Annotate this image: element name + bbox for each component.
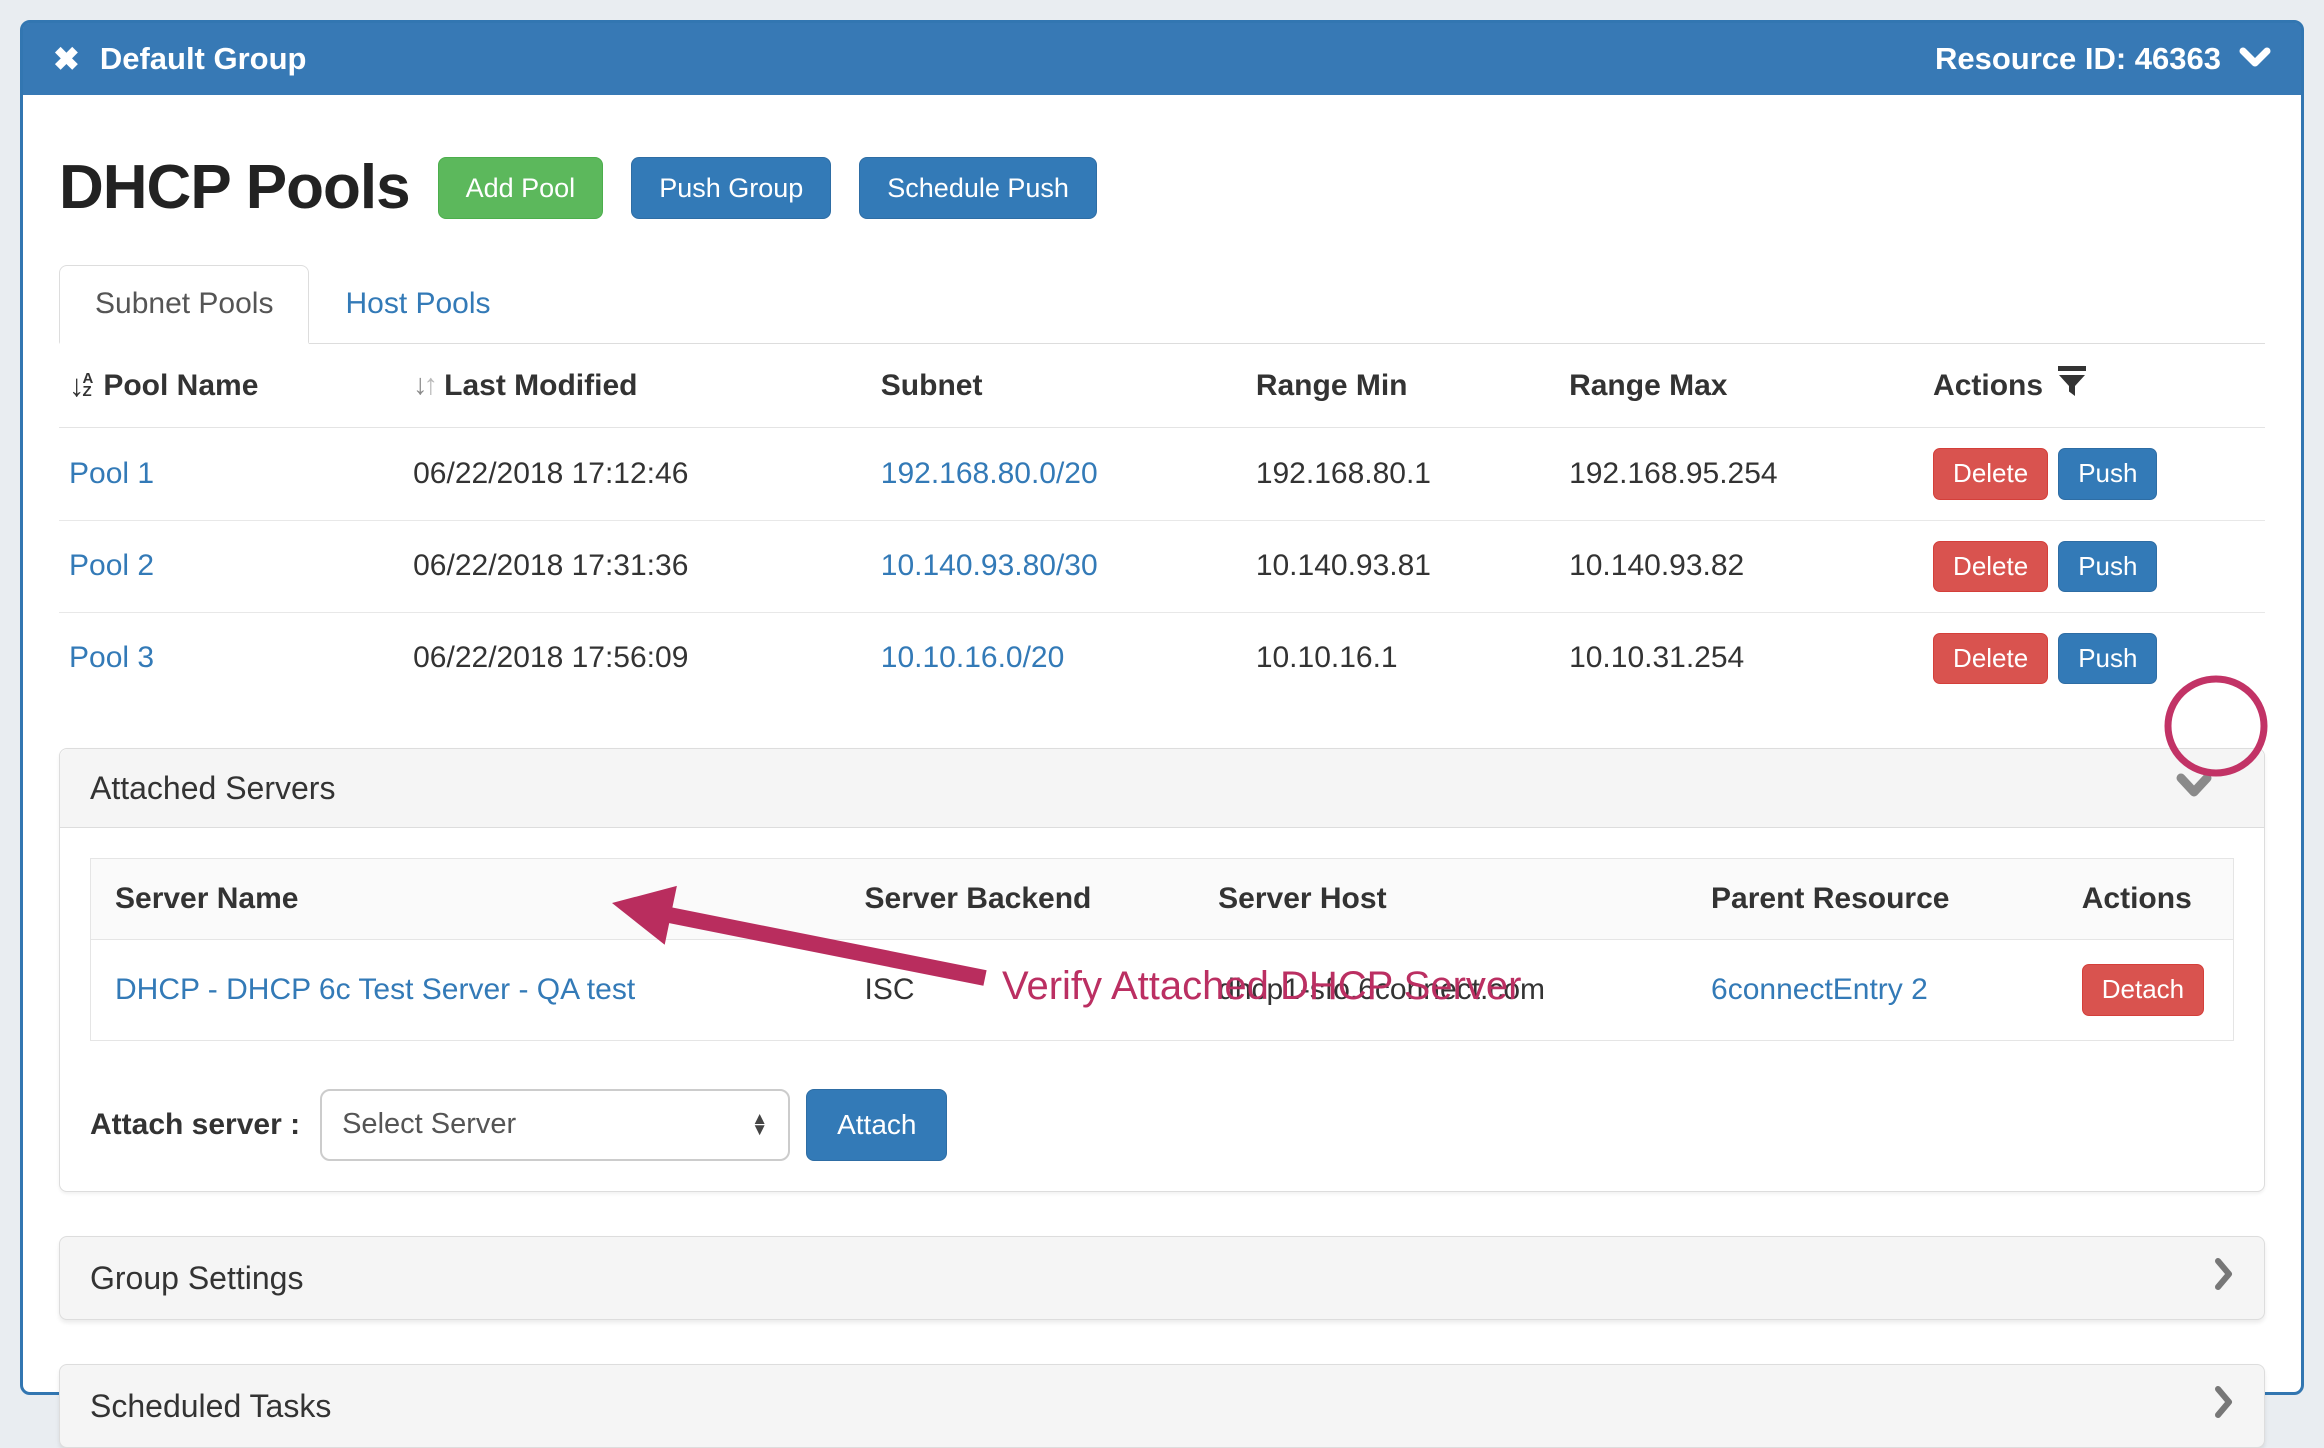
server-host-value: dhcp1-sfo.6connect.com (1194, 940, 1687, 1040)
range-max-value: 10.10.31.254 (1559, 612, 1923, 704)
page-title: DHCP Pools (59, 151, 410, 225)
group-card: ✖ Default Group Resource ID: 46363 DHCP … (20, 20, 2304, 1395)
add-pool-button[interactable]: Add Pool (438, 157, 604, 219)
parent-resource-link[interactable]: 6connectEntry 2 (1711, 973, 1928, 1006)
subnet-pools-table: ↓AZ Pool Name ↓↑ Last Modified Subnet Ra… (59, 344, 2265, 704)
detach-button[interactable]: Detach (2082, 964, 2204, 1015)
chevron-right-icon (2214, 1385, 2234, 1427)
collapse-toggle[interactable] (2176, 769, 2212, 807)
attach-server-label: Attach server : (90, 1107, 300, 1143)
schedule-push-button[interactable]: Schedule Push (859, 157, 1097, 219)
server-name-link[interactable]: DHCP - DHCP 6c Test Server - QA test (115, 973, 635, 1006)
group-settings-title: Group Settings (90, 1259, 303, 1297)
attached-servers-table: Server Name Server Backend Server Host P… (90, 858, 2234, 1040)
subnet-link[interactable]: 10.140.93.80/30 (881, 549, 1098, 582)
scheduled-tasks-title: Scheduled Tasks (90, 1387, 331, 1425)
col-server-actions: Actions (2058, 859, 2234, 940)
resource-id-label: Resource ID: 46363 (1935, 40, 2221, 77)
col-actions[interactable]: Actions (1923, 344, 2265, 428)
sort-icon: ↓↑ (413, 368, 434, 403)
subnet-link[interactable]: 10.10.16.0/20 (881, 641, 1065, 674)
table-row: Pool 2 06/22/2018 17:31:36 10.140.93.80/… (59, 520, 2265, 612)
push-button[interactable]: Push (2058, 541, 2157, 592)
select-arrows-icon: ▲▼ (751, 1114, 768, 1134)
attached-servers-title: Attached Servers (90, 769, 335, 807)
col-subnet: Subnet (871, 344, 1246, 428)
attached-servers-heading: Attached Servers (60, 749, 2264, 828)
group-title: Default Group (100, 40, 307, 77)
pools-header-row: ↓AZ Pool Name ↓↑ Last Modified Subnet Ra… (59, 344, 2265, 428)
range-min-value: 10.10.16.1 (1246, 612, 1559, 704)
col-server-name: Server Name (91, 859, 841, 940)
range-min-value: 10.140.93.81 (1246, 520, 1559, 612)
pool-link[interactable]: Pool 2 (69, 549, 154, 582)
delete-button[interactable]: Delete (1933, 448, 2048, 499)
last-modified-value: 06/22/2018 17:56:09 (403, 612, 871, 704)
col-range-min: Range Min (1246, 344, 1559, 428)
server-select[interactable]: Select Server ▲▼ (320, 1089, 790, 1161)
resource-id-toggle[interactable]: Resource ID: 46363 (1935, 40, 2271, 77)
scheduled-tasks-panel[interactable]: Scheduled Tasks (59, 1364, 2265, 1448)
group-settings-panel[interactable]: Group Settings (59, 1236, 2265, 1320)
col-server-host: Server Host (1194, 859, 1687, 940)
table-row: DHCP - DHCP 6c Test Server - QA test ISC… (91, 940, 2234, 1040)
col-range-max: Range Max (1559, 344, 1923, 428)
last-modified-value: 06/22/2018 17:31:36 (403, 520, 871, 612)
push-group-button[interactable]: Push Group (631, 157, 831, 219)
push-button[interactable]: Push (2058, 633, 2157, 684)
col-server-backend: Server Backend (841, 859, 1195, 940)
server-select-value: Select Server (342, 1107, 516, 1142)
last-modified-value: 06/22/2018 17:12:46 (403, 428, 871, 520)
col-last-modified[interactable]: ↓↑ Last Modified (403, 344, 871, 428)
chevron-right-icon (2214, 1257, 2234, 1299)
tab-subnet-pools[interactable]: Subnet Pools (59, 265, 309, 344)
col-parent-resource: Parent Resource (1687, 859, 2058, 940)
servers-header-row: Server Name Server Backend Server Host P… (91, 859, 2234, 940)
subnet-link[interactable]: 192.168.80.0/20 (881, 457, 1098, 490)
push-button[interactable]: Push (2058, 448, 2157, 499)
attach-button[interactable]: Attach (806, 1089, 947, 1161)
server-backend-value: ISC (841, 940, 1195, 1040)
chevron-down-icon (2239, 40, 2271, 77)
pool-link[interactable]: Pool 1 (69, 457, 154, 490)
delete-button[interactable]: Delete (1933, 633, 2048, 684)
col-pool-name[interactable]: ↓AZ Pool Name (59, 344, 403, 428)
range-max-value: 10.140.93.82 (1559, 520, 1923, 612)
attached-servers-panel: Attached Servers Server Name (59, 748, 2265, 1192)
close-icon[interactable]: ✖ (53, 40, 80, 78)
table-row: Pool 3 06/22/2018 17:56:09 10.10.16.0/20… (59, 612, 2265, 704)
filter-icon[interactable] (2057, 365, 2087, 406)
sort-alpha-asc-icon: ↓AZ (69, 367, 93, 404)
table-row: Pool 1 06/22/2018 17:12:46 192.168.80.0/… (59, 428, 2265, 520)
range-max-value: 192.168.95.254 (1559, 428, 1923, 520)
pools-tabs: Subnet Pools Host Pools (59, 265, 2265, 344)
group-titlebar: ✖ Default Group Resource ID: 46363 (23, 23, 2301, 95)
tab-host-pools[interactable]: Host Pools (309, 265, 526, 343)
range-min-value: 192.168.80.1 (1246, 428, 1559, 520)
delete-button[interactable]: Delete (1933, 541, 2048, 592)
chevron-down-icon (2176, 769, 2212, 807)
pool-link[interactable]: Pool 3 (69, 641, 154, 674)
